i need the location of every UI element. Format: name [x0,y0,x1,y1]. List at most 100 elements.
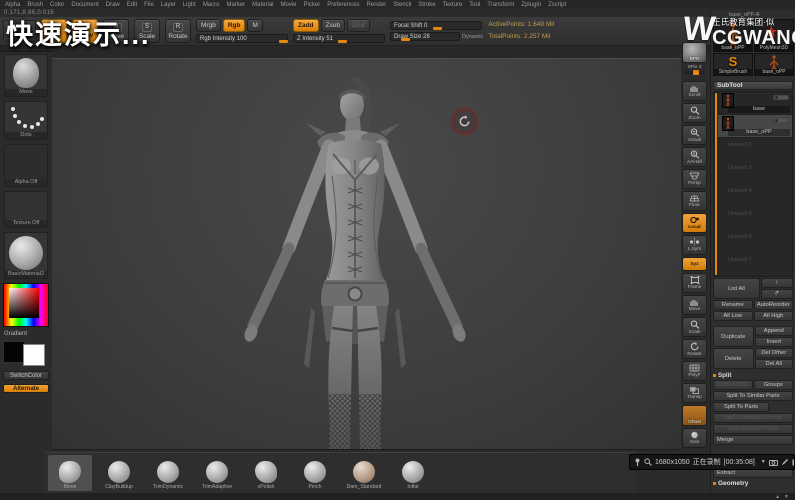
all-low-button[interactable]: All Low [713,311,753,321]
solo-button[interactable]: Solo [682,428,707,448]
menu-item[interactable]: Edit [127,2,137,8]
menu-item[interactable]: Stencil [393,2,411,8]
subtool-scrollbar[interactable] [715,93,717,275]
material-thumb[interactable]: BasicMaterial2 [4,232,48,279]
simplebrush-slot[interactable]: S SimpleBrush [713,53,753,76]
geometry-section-header[interactable]: Geometry [713,480,793,487]
split-hidden-button[interactable]: Split Hidden [713,380,753,390]
dynamic-toggle[interactable]: Dynamic [462,34,483,40]
split-to-parts-button[interactable]: Split To Parts [713,402,769,412]
subtool-item-unused[interactable]: Unused 3 [718,161,792,184]
menu-item[interactable]: Light [183,2,196,8]
z-intensity-handle[interactable] [338,40,347,43]
draw-size-slider[interactable]: Draw Size 28 [390,32,460,41]
zcut-button[interactable]: Zcut [347,19,370,32]
menu-item[interactable]: Movie [281,2,297,8]
zsub-button[interactable]: Zsub [321,19,345,32]
subtool-item-unused[interactable]: Unused 4 [718,184,792,207]
subtool-item-unused[interactable]: Unused 7 [718,253,792,276]
menu-item[interactable]: Color [50,2,64,8]
bottom-scroll-strip[interactable]: ▲ ▼ [0,493,795,500]
persp-button[interactable]: Persp [682,169,707,189]
mrgb-button[interactable]: Mrgb [196,19,221,32]
move-canvas-button[interactable]: Move [682,295,707,315]
subtool-up-button[interactable]: ↑ [761,278,793,288]
del-all-button[interactable]: Del All [755,359,794,369]
texture-thumb[interactable]: Texture Off [4,191,48,228]
brush-tray-item[interactable]: Pinch [293,455,337,491]
append-button[interactable]: Append [755,326,794,336]
floor-button[interactable]: Floor [682,191,707,211]
color-picker[interactable] [3,283,49,327]
scroll-up-icon[interactable]: ▲ [775,494,780,500]
draw-size-handle[interactable] [401,38,410,41]
brush-tray-item[interactable]: Move [48,455,92,491]
del-other-button[interactable]: Del Other [755,348,794,358]
stroke-thumb[interactable]: Dots [4,101,48,140]
menu-item[interactable]: Picker [304,2,321,8]
menu-item[interactable]: Material [252,2,273,8]
xyz-button[interactable]: Xyz [682,257,707,271]
spix-slider[interactable]: SPix 3 [682,65,707,79]
menu-item[interactable]: Draw [106,2,120,8]
subtool-item-unused[interactable]: Unused 2 [718,138,792,161]
menu-item[interactable]: Zscript [548,2,566,8]
aahalf-button[interactable]: AAHalf [682,147,707,167]
brush-tray-item[interactable]: TrimDynamic [146,455,190,491]
insert-button[interactable]: Insert [755,337,794,347]
alternate-button[interactable]: Alternate [3,384,49,393]
main-color-swatch[interactable] [3,341,25,363]
spix-track[interactable] [684,71,705,74]
alpha-thumb[interactable]: Alpha Off [4,144,48,187]
m-button[interactable]: M [247,19,262,32]
current-brush-thumb[interactable]: Move [4,54,48,97]
menu-item[interactable]: Macro [203,2,220,8]
visibility-eye-icon[interactable] [773,95,789,100]
spix-handle[interactable] [693,70,699,75]
menu-item[interactable]: Brush [27,2,43,8]
z-intensity-slider[interactable]: Z Intensity 51 [293,34,385,43]
secondary-color-swatch[interactable] [23,344,45,366]
sculpt-model[interactable] [225,76,565,450]
menu-item[interactable]: Document [71,2,98,8]
menu-item[interactable]: Texture [443,2,463,8]
autoreorder-button[interactable]: AutoReorder [754,300,794,310]
zoom-button[interactable]: Zoom [682,103,707,123]
rename-button[interactable]: Rename [713,300,753,310]
brush-tray-item[interactable]: Dam_Standard [342,455,386,491]
rotate-canvas-button[interactable]: Rotate [682,339,707,359]
brush-tray-item[interactable]: TrimAdaptive [195,455,239,491]
scale-canvas-button[interactable]: Scale [682,317,707,337]
menu-item[interactable]: Preferences [327,2,359,8]
frame-button[interactable]: Frame [682,273,707,293]
split-section-header[interactable]: Split [713,371,793,379]
mesh-slot[interactable]: base_oPP [754,53,794,76]
subtool-section-header[interactable]: SubTool [713,81,793,90]
rotate-gyro-button[interactable]: R Rotate [165,19,191,43]
magnifier-icon[interactable] [644,458,652,466]
split-similar-button[interactable]: Split To Similar Parts [713,391,793,401]
list-all-button[interactable]: List All [713,278,760,299]
rgb-button[interactable]: Rgb [223,19,246,32]
duplicate-button[interactable]: Duplicate [713,326,754,347]
split-unmasked-button[interactable]: Split Unmasked Points [713,413,793,423]
color-picker-gradient[interactable] [9,288,39,318]
subtool-item-selected[interactable]: base_oPP [718,115,792,138]
menu-item[interactable]: Marker [226,2,245,8]
brush-tray-item[interactable]: Inflat [391,455,435,491]
menu-item[interactable]: Tool [469,2,480,8]
focal-shift-slider[interactable]: Focal Shift 0 [390,21,482,30]
delete-button[interactable]: Delete [713,348,754,369]
subtool-item[interactable]: base [718,92,792,115]
subtool-item-unused[interactable]: Unused 6 [718,230,792,253]
local-button[interactable]: Local [682,213,707,233]
transp-button[interactable]: Transp [682,383,707,403]
scroll-down-icon[interactable]: ▼ [784,494,789,500]
document-canvas[interactable] [52,46,681,450]
menu-item[interactable]: Stroke [418,2,435,8]
visibility-eye-icon[interactable] [773,118,789,123]
rgb-intensity-handle[interactable] [279,40,288,43]
lsym-button[interactable]: L.Sym [682,235,707,255]
menu-item[interactable]: File [144,2,154,8]
ghost-button[interactable]: Ghost [682,405,707,426]
